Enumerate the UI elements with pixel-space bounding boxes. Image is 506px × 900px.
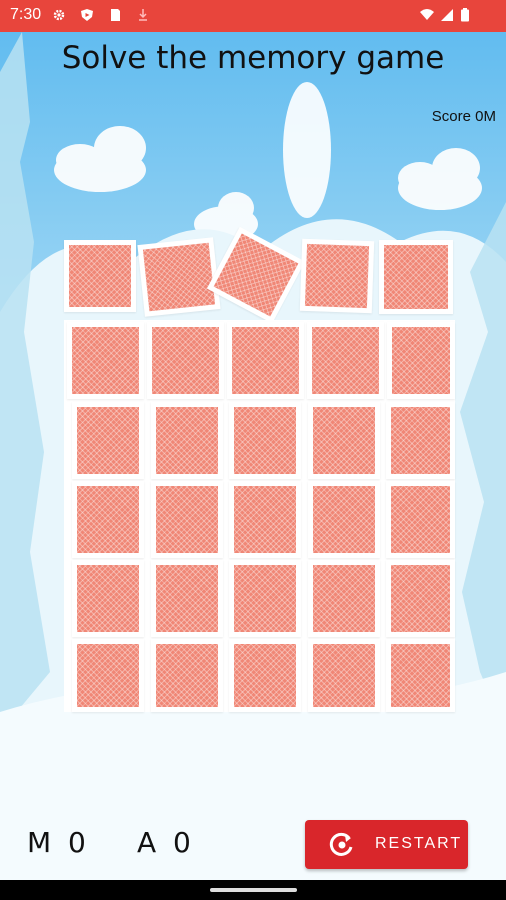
memory-card[interactable]: [229, 402, 301, 479]
restart-icon: [329, 832, 353, 856]
memory-card[interactable]: [72, 481, 144, 558]
signal-icon: [441, 9, 453, 21]
memory-card[interactable]: [387, 322, 455, 399]
memory-card[interactable]: [227, 322, 304, 399]
memory-card[interactable]: [72, 560, 144, 637]
memory-card[interactable]: [137, 237, 221, 317]
memory-card[interactable]: [151, 639, 223, 712]
memory-card[interactable]: [386, 639, 455, 712]
attempts-counter: A 0: [137, 826, 195, 859]
memory-card[interactable]: [299, 238, 375, 314]
cloud-left: [54, 126, 146, 192]
memory-card[interactable]: [151, 481, 223, 558]
memory-card[interactable]: [308, 560, 380, 637]
navigation-bar: [0, 880, 506, 900]
memory-card[interactable]: [64, 240, 136, 312]
memory-card[interactable]: [307, 322, 384, 399]
memory-card[interactable]: [151, 402, 223, 479]
memory-card[interactable]: [386, 402, 455, 479]
memory-card[interactable]: [72, 402, 144, 479]
download-icon: [139, 9, 147, 21]
sd-card-icon: [111, 9, 120, 21]
shield-icon: [81, 9, 93, 21]
memory-card[interactable]: [308, 402, 380, 479]
memory-card[interactable]: [147, 322, 224, 399]
memory-card[interactable]: [308, 481, 380, 558]
status-bar: 7:30: [0, 0, 506, 32]
memory-card[interactable]: [229, 560, 301, 637]
memory-card[interactable]: [379, 240, 453, 314]
clock: 7:30: [10, 6, 42, 23]
memory-card[interactable]: [308, 639, 380, 712]
memory-card[interactable]: [72, 639, 144, 712]
memory-card[interactable]: [229, 481, 301, 558]
wifi-icon: [420, 9, 434, 20]
home-gesture-handle[interactable]: [210, 888, 297, 892]
page-title: Solve the memory game: [61, 40, 445, 76]
score-label: Score 0M: [431, 108, 496, 125]
cloud-right: [398, 148, 482, 210]
moves-counter: M 0: [27, 826, 90, 859]
sun-glow: [283, 82, 331, 218]
memory-card[interactable]: [151, 560, 223, 637]
battery-icon: [461, 8, 469, 22]
settings-icon: [53, 9, 65, 21]
restart-label: RESTART: [375, 835, 463, 852]
memory-card[interactable]: [386, 481, 455, 558]
restart-button[interactable]: RESTART: [305, 820, 468, 869]
memory-card[interactable]: [229, 639, 301, 712]
memory-card[interactable]: [386, 560, 455, 637]
memory-card[interactable]: [67, 322, 144, 399]
